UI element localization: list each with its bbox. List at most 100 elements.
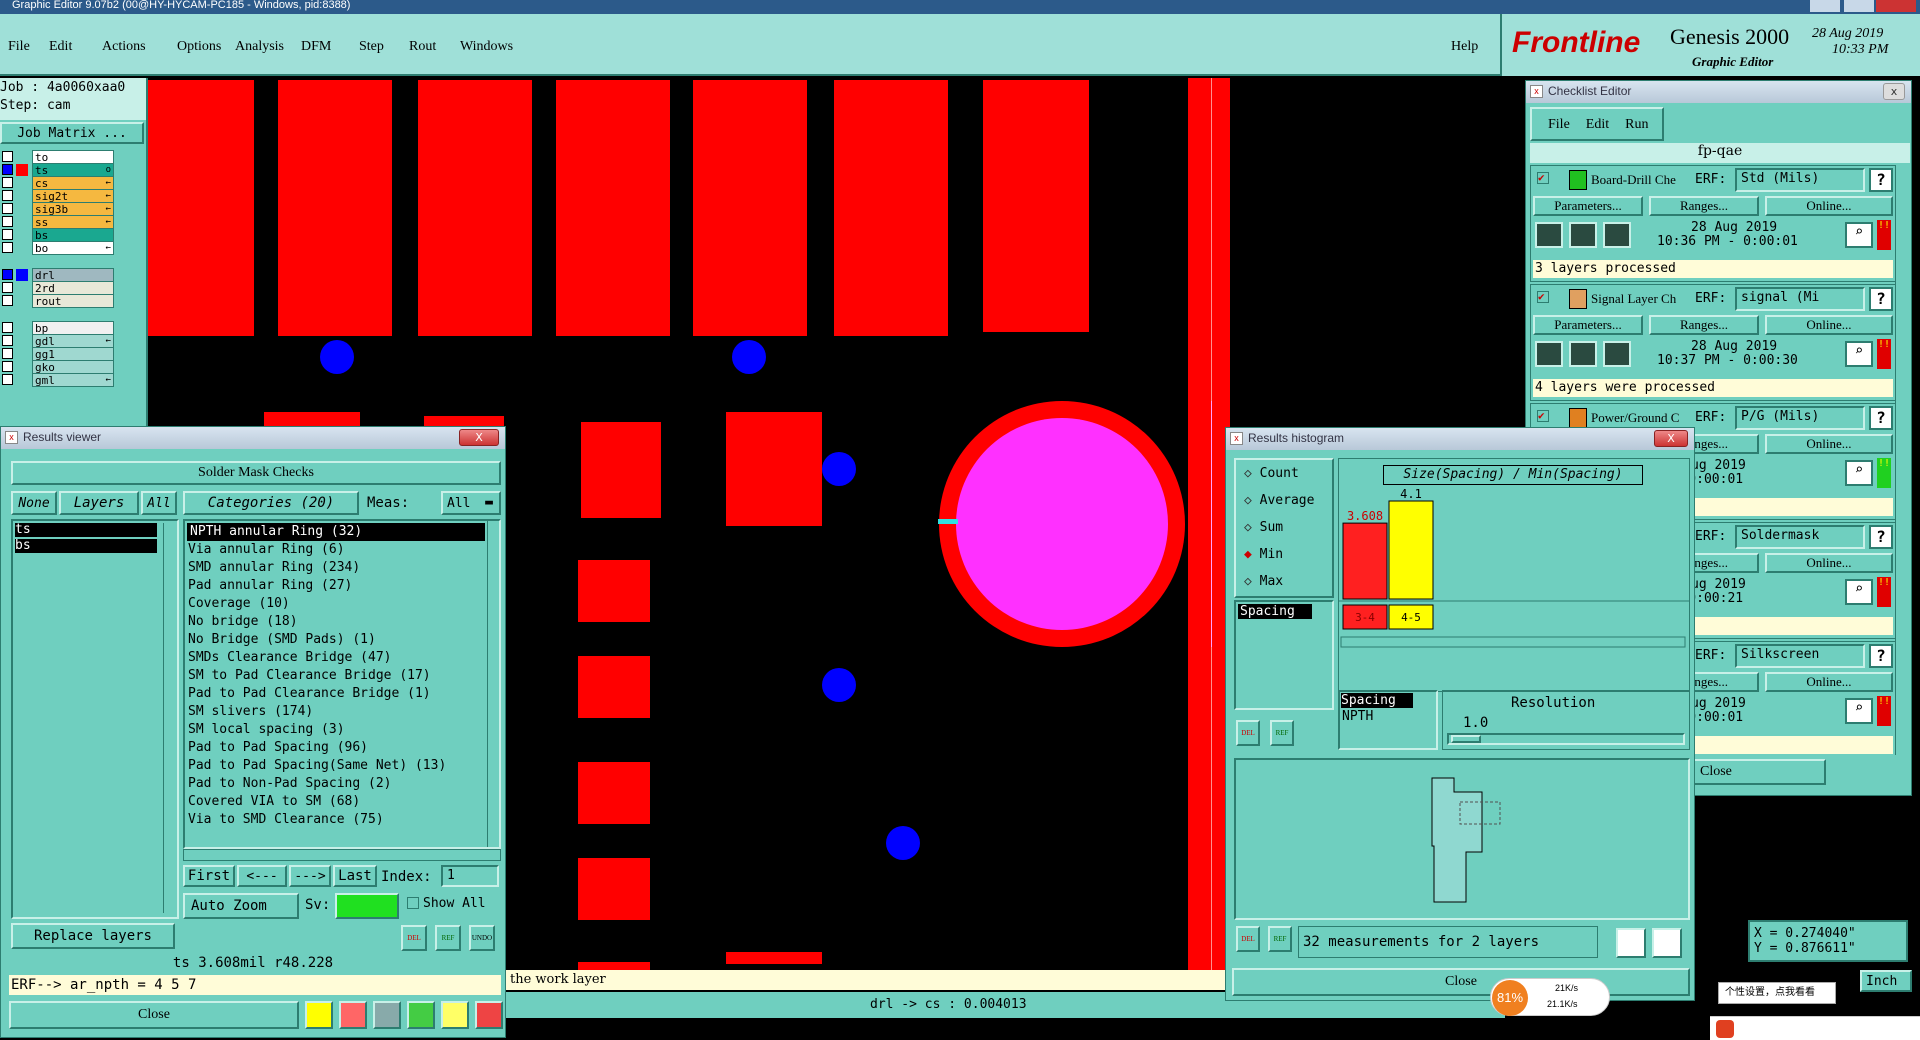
layer-name[interactable]: 2rd: [32, 281, 114, 295]
layer-checkbox[interactable]: [2, 322, 13, 333]
menu-edit[interactable]: Edit: [49, 39, 72, 55]
scrollbar[interactable]: [1895, 165, 1909, 755]
maximize-button[interactable]: [1844, 0, 1874, 12]
close-icon[interactable]: X: [459, 429, 499, 446]
run-icon[interactable]: [1569, 341, 1597, 367]
online-button[interactable]: Online...: [1765, 315, 1893, 335]
help-icon[interactable]: ?: [1869, 287, 1893, 311]
category-item[interactable]: No Bridge (SMD Pads) (1): [185, 631, 487, 649]
layer-name[interactable]: bo ←: [32, 241, 114, 255]
layer-checkbox[interactable]: [2, 190, 13, 201]
erf-dropdown[interactable]: Silkscreen: [1735, 644, 1865, 668]
category-item[interactable]: SM local spacing (3): [185, 721, 487, 739]
layer-row[interactable]: ss ←: [0, 215, 116, 229]
layer-checkbox[interactable]: [2, 203, 13, 214]
auto-zoom-dropdown[interactable]: Auto Zoom: [183, 893, 299, 919]
online-button[interactable]: Online...: [1765, 553, 1893, 573]
erf-dropdown[interactable]: signal (Mi: [1735, 287, 1865, 311]
chart-icon[interactable]: [475, 1001, 503, 1029]
tool-icon[interactable]: [339, 1001, 367, 1029]
layer-checkbox[interactable]: [2, 177, 13, 188]
lower-item-list[interactable]: Spacing NPTH: [1338, 690, 1438, 750]
checklist-menu-run[interactable]: Run: [1625, 117, 1648, 139]
category-item[interactable]: Via to SMD Clearance (75): [185, 811, 487, 829]
menu-help[interactable]: Help: [1451, 39, 1478, 55]
chart-export-icon[interactable]: [1616, 928, 1646, 958]
layer-row[interactable]: 2rd: [0, 281, 116, 295]
horizontal-scrollbar[interactable]: [1340, 636, 1686, 648]
menu-actions[interactable]: Actions: [102, 39, 146, 55]
search-icon[interactable]: ⌕: [1845, 460, 1873, 486]
category-item[interactable]: SM to Pad Clearance Bridge (17): [185, 667, 487, 685]
mode-option-average[interactable]: ◇ Average: [1244, 493, 1314, 508]
categories-button[interactable]: Categories (20): [183, 491, 359, 515]
category-item[interactable]: SM slivers (174): [185, 703, 487, 721]
layer-row[interactable]: bp: [0, 321, 116, 335]
online-button[interactable]: Online...: [1765, 672, 1893, 692]
sv-dropdown[interactable]: [335, 893, 399, 919]
menu-options[interactable]: Options: [177, 39, 221, 55]
erf-dropdown[interactable]: Soldermask: [1735, 525, 1865, 549]
layer-name[interactable]: gdl ←: [32, 334, 114, 348]
layer-name[interactable]: gml ←: [32, 373, 114, 387]
help-icon[interactable]: ?: [1869, 644, 1893, 668]
layer-checkbox[interactable]: [2, 269, 13, 280]
mode-option-sum[interactable]: ◇ Sum: [1244, 520, 1283, 535]
ref-button[interactable]: REF: [435, 925, 461, 951]
category-item[interactable]: Coverage (10): [185, 595, 487, 613]
layer-name[interactable]: gg1: [32, 347, 114, 361]
close-button[interactable]: Close: [9, 1001, 299, 1029]
list-item[interactable]: NPTH: [1340, 709, 1436, 724]
layer-checkbox[interactable]: [2, 282, 13, 293]
close-icon[interactable]: x: [1883, 83, 1905, 100]
layer-name[interactable]: ss ←: [32, 215, 114, 229]
layer-row[interactable]: bs: [0, 228, 116, 242]
run-icon[interactable]: [1535, 222, 1563, 248]
category-item[interactable]: Pad to Pad Clearance Bridge (1): [185, 685, 487, 703]
category-item[interactable]: Pad to Pad Spacing (96): [185, 739, 487, 757]
checklist-menu-edit[interactable]: Edit: [1586, 117, 1609, 139]
layer-checkbox[interactable]: [2, 295, 13, 306]
close-window-button[interactable]: [1876, 0, 1916, 12]
horizontal-scrollbar[interactable]: [183, 849, 501, 861]
unit-dropdown[interactable]: Inch: [1860, 970, 1912, 992]
list-item[interactable]: bs: [15, 539, 157, 553]
checklist-close-button[interactable]: Close: [1686, 759, 1826, 785]
list-item[interactable]: Spacing: [1238, 604, 1312, 619]
layer-row[interactable]: gdl ←: [0, 334, 116, 348]
category-item[interactable]: NPTH annular Ring (32): [187, 523, 485, 541]
layer-row[interactable]: sig2t ←: [0, 189, 116, 203]
layer-name[interactable]: rout: [32, 294, 114, 308]
menu-file[interactable]: File: [8, 39, 30, 55]
search-icon[interactable]: ⌕: [1845, 579, 1873, 605]
histogram-item-list[interactable]: Spacing: [1234, 600, 1334, 710]
none-button[interactable]: None: [11, 491, 57, 515]
layer-checkbox[interactable]: [2, 361, 13, 372]
layer-row[interactable]: ts o: [0, 163, 116, 177]
layer-checkbox[interactable]: [2, 216, 13, 227]
replace-layers-button[interactable]: Replace layers: [11, 923, 175, 949]
layer-row[interactable]: gko: [0, 360, 116, 374]
category-list[interactable]: NPTH annular Ring (32) Via annular Ring (…: [183, 519, 501, 849]
checklist-menu-file[interactable]: File: [1548, 117, 1570, 139]
tool-icon[interactable]: [407, 1001, 435, 1029]
next-button[interactable]: --->: [289, 865, 331, 887]
histogram-close-button[interactable]: Close: [1232, 968, 1690, 996]
prev-button[interactable]: <---: [237, 865, 287, 887]
check-flag-icon[interactable]: ✔: [1537, 291, 1549, 303]
scrollbar[interactable]: [487, 521, 499, 847]
parameters-button[interactable]: Parameters...: [1533, 315, 1643, 335]
minimize-button[interactable]: [1810, 0, 1840, 12]
layer-name[interactable]: to: [32, 150, 114, 164]
del-button[interactable]: DEL: [401, 925, 427, 951]
layer-checkbox[interactable]: [2, 151, 13, 162]
layer-checkbox[interactable]: [2, 164, 13, 175]
search-icon[interactable]: ⌕: [1845, 698, 1873, 724]
erf-dropdown[interactable]: Std (Mils): [1735, 168, 1865, 192]
list-item[interactable]: ts: [15, 523, 157, 537]
layer-row[interactable]: gml ←: [0, 373, 116, 387]
ime-logo-icon[interactable]: [1716, 1020, 1734, 1038]
category-item[interactable]: Pad to Non-Pad Spacing (2): [185, 775, 487, 793]
layer-name[interactable]: sig3b ←: [32, 202, 114, 216]
run-icon[interactable]: [1603, 341, 1631, 367]
